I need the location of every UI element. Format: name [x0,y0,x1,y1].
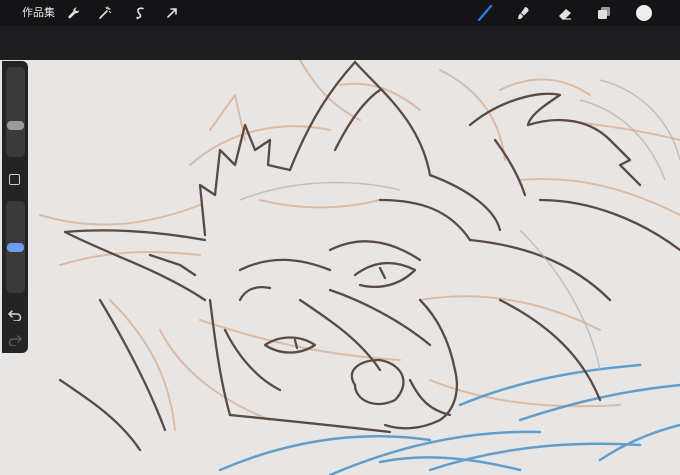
procreate-app: 作品集 [0,0,680,475]
opacity-thumb[interactable] [7,243,24,252]
eraser-icon[interactable] [555,3,575,23]
left-sidebar [2,61,28,353]
artwork-illustration [39,60,680,475]
gallery-button[interactable]: 作品集 [22,6,55,20]
layers-icon[interactable] [594,3,614,23]
smudge-icon[interactable] [513,3,533,23]
opacity-slider[interactable] [6,201,25,293]
magic-wand-icon[interactable] [95,3,115,23]
transform-arrow-icon[interactable] [162,3,182,23]
top-toolbar: 作品集 [0,0,680,26]
brush-size-slider[interactable] [6,67,25,157]
toolbar-strip [0,26,680,60]
wrench-icon[interactable] [64,3,84,23]
undo-icon[interactable] [7,308,23,322]
drawing-canvas[interactable] [0,60,680,475]
brush-icon[interactable] [475,3,495,23]
selection-icon[interactable] [130,3,150,23]
eyedropper-button[interactable] [9,174,20,185]
color-swatch[interactable] [634,3,654,23]
redo-icon[interactable] [7,333,23,347]
brush-size-thumb[interactable] [7,121,24,130]
